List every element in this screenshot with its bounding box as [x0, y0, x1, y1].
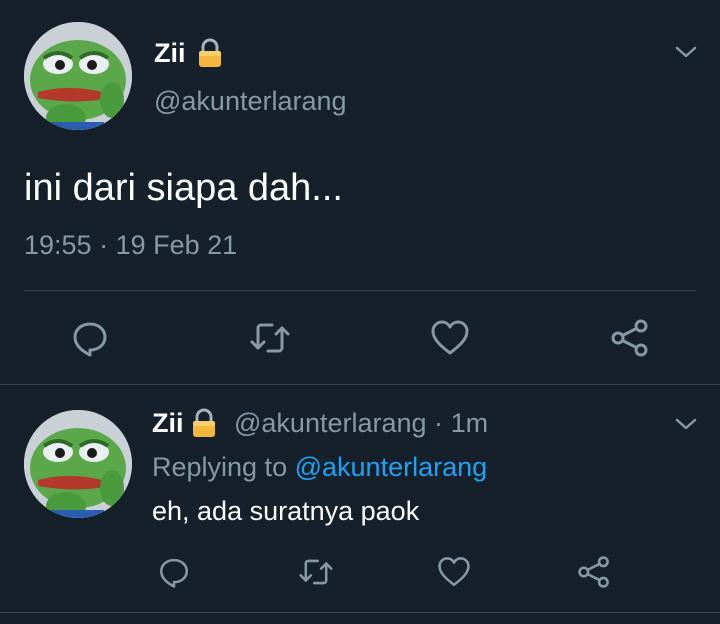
like-icon: [431, 320, 469, 355]
reply-icon: [73, 322, 107, 357]
retweet-icon: [250, 323, 290, 353]
reply-handle[interactable]: @akunterlarang: [234, 408, 427, 438]
share-icon: [578, 556, 609, 588]
reply-icon: [159, 558, 189, 588]
reply-user-name[interactable]: Zii: [152, 408, 184, 438]
retweet-icon: [299, 559, 333, 585]
lock-icon: [199, 38, 221, 67]
frog-avatar-icon: [24, 410, 132, 518]
replying-to: Replying to @akunterlarang: [152, 452, 487, 483]
tweet-time: 19:55: [24, 230, 92, 260]
reply-header: Zii: [152, 408, 184, 439]
tweet-text: ini dari siapa dah...: [24, 167, 343, 209]
share-icon: [611, 319, 648, 357]
separator-dot: ·: [99, 230, 109, 260]
reply-text: eh, ada suratnya paok: [152, 496, 420, 526]
reply-age: 1m: [450, 408, 489, 438]
user-handle[interactable]: @akunterlarang: [154, 86, 347, 117]
tweet-date: 19 Feb 21: [115, 230, 238, 260]
chevron-down-icon[interactable]: [674, 416, 698, 432]
reply-meta: @akunterlarang · 1m: [234, 408, 488, 439]
replying-to-link[interactable]: @akunterlarang: [295, 452, 488, 482]
share-button[interactable]: [608, 316, 652, 360]
bottom-divider: [0, 612, 720, 613]
reply-button[interactable]: [68, 316, 112, 360]
reply-like-button[interactable]: [432, 550, 476, 594]
reply-reply-button[interactable]: [152, 550, 196, 594]
reply-share-button[interactable]: [572, 550, 616, 594]
lock-icon: [193, 408, 215, 437]
section-divider: [0, 384, 720, 385]
tweet-timestamp: 19:55 · 19 Feb 21: [24, 230, 237, 261]
reply-avatar[interactable]: [24, 410, 132, 518]
divider: [24, 290, 696, 291]
chevron-down-icon[interactable]: [674, 44, 698, 60]
user-name[interactable]: Zii: [154, 38, 186, 69]
reply-retweet-button[interactable]: [294, 550, 338, 594]
replying-to-label: Replying to: [152, 452, 288, 482]
like-button[interactable]: [428, 316, 472, 360]
avatar[interactable]: [24, 22, 132, 130]
retweet-button[interactable]: [248, 316, 292, 360]
separator-dot: ·: [434, 408, 444, 438]
frog-avatar-icon: [24, 22, 132, 130]
like-icon: [438, 557, 470, 587]
